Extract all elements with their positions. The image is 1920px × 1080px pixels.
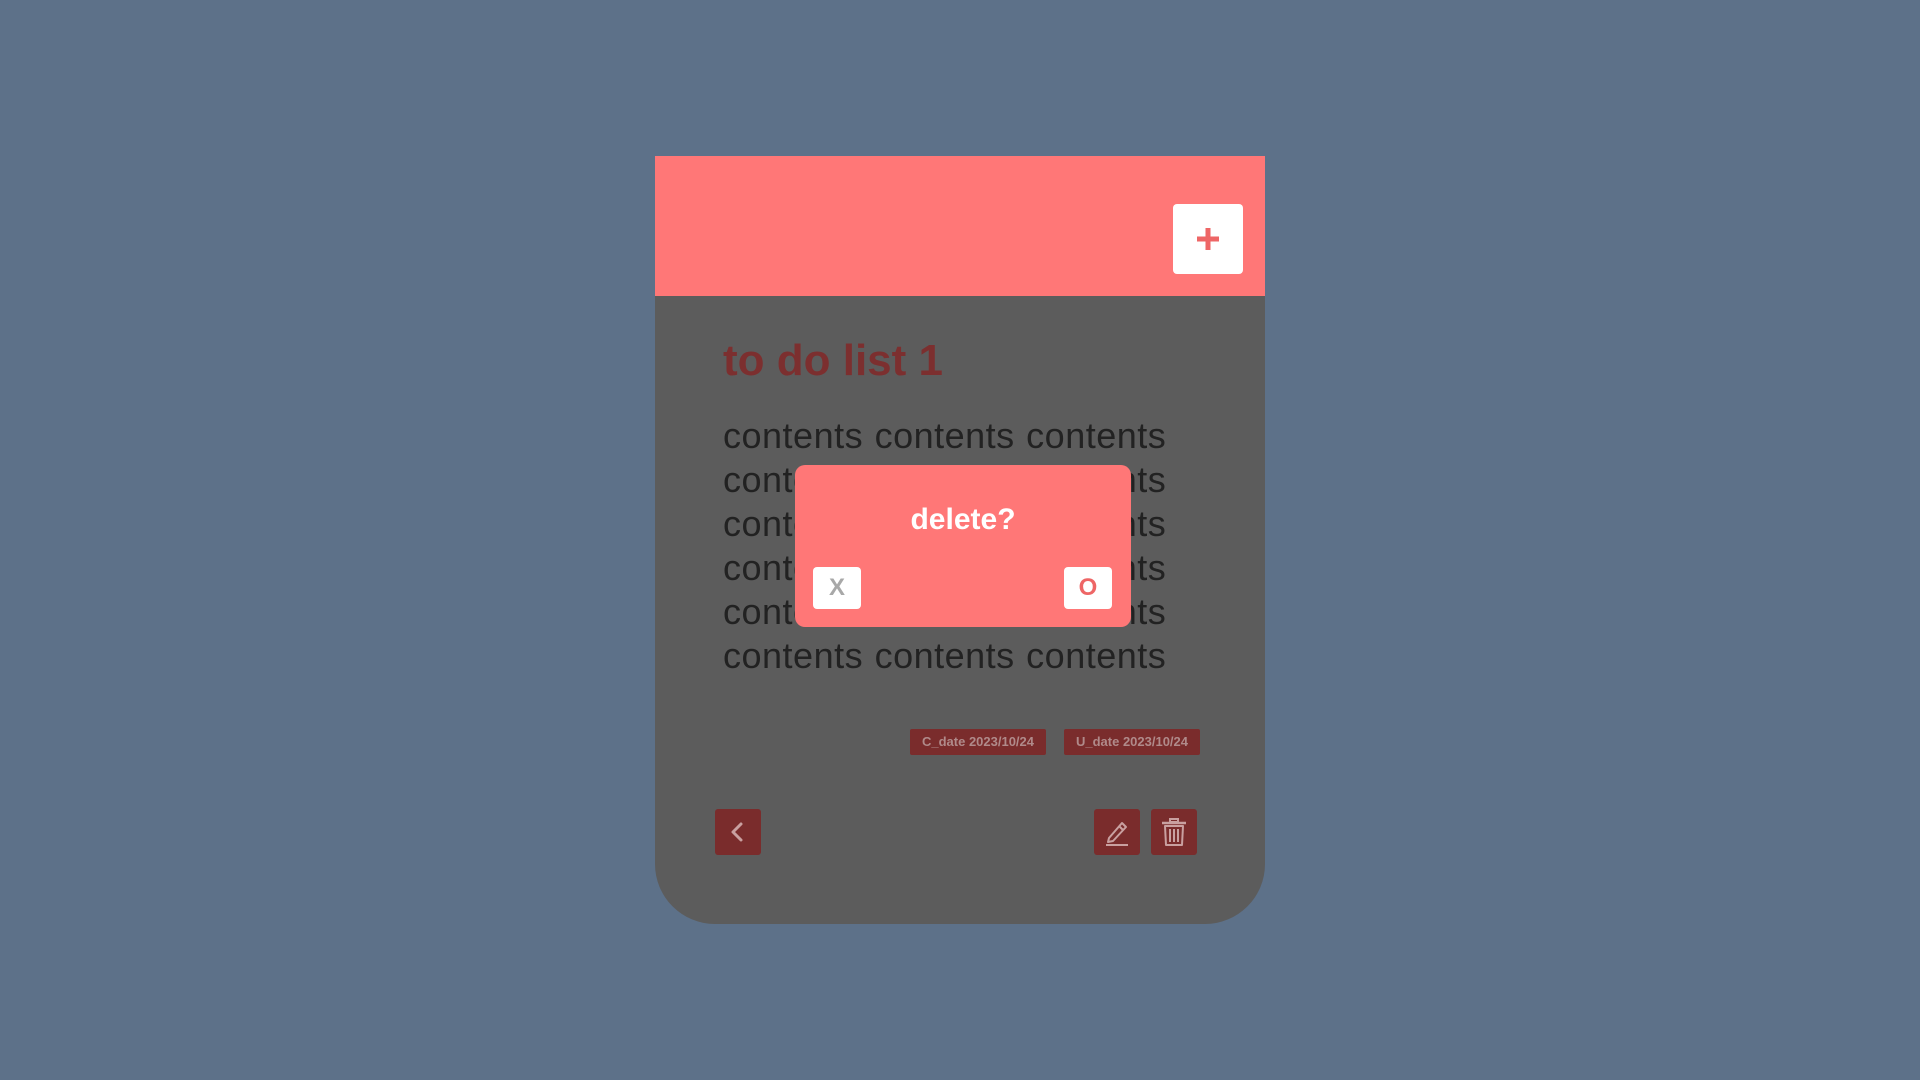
chevron-left-icon [731,822,743,842]
cancel-button[interactable]: X [813,567,861,609]
back-button[interactable] [715,809,761,855]
todo-title: to do list 1 [723,336,943,385]
trash-icon [1162,818,1186,846]
plus-icon [1197,228,1219,250]
delete-confirm-dialog: delete? X O [795,465,1131,627]
dialog-title: delete? [910,503,1016,536]
created-date-badge: C_date 2023/10/24 [910,729,1046,755]
delete-button[interactable] [1151,809,1197,855]
card-header [655,156,1265,296]
edit-button[interactable] [1094,809,1140,855]
confirm-button[interactable]: O [1064,567,1112,609]
pencil-icon [1106,822,1128,846]
add-button[interactable] [1173,204,1243,274]
updated-date-badge: U_date 2023/10/24 [1064,729,1200,755]
